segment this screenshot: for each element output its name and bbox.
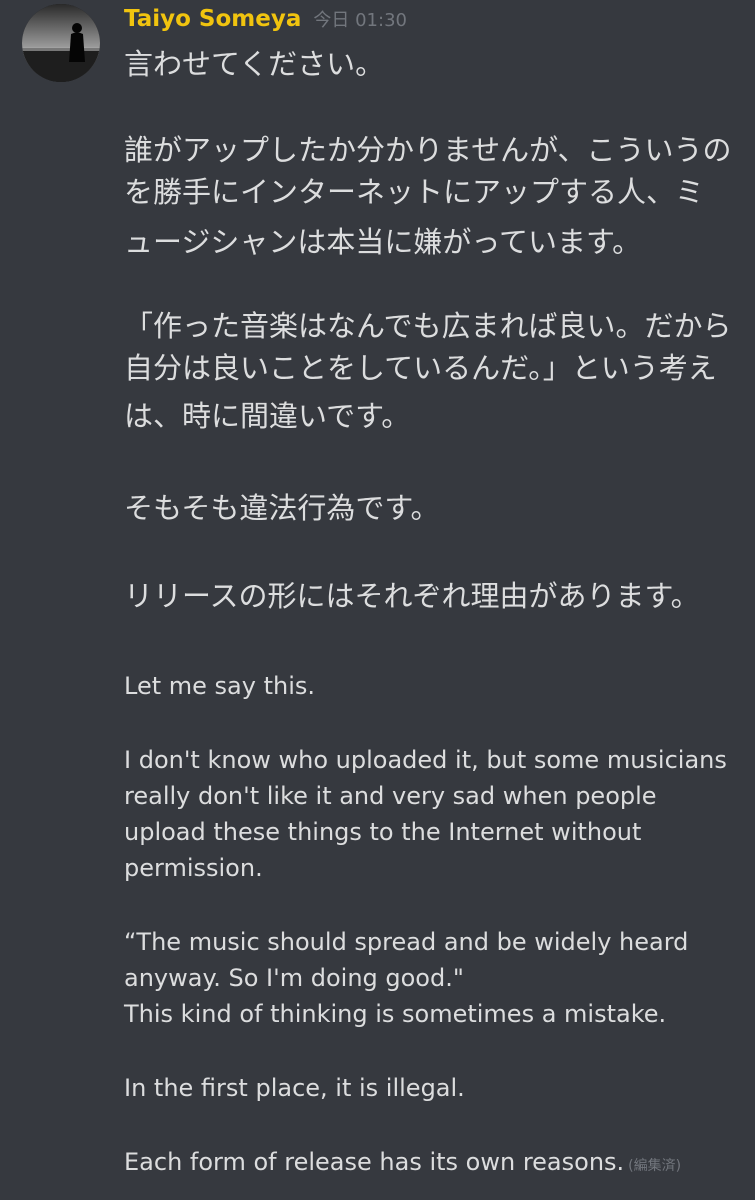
en-line-text: Each form of release has its own reasons… [124,1148,625,1176]
author-name[interactable]: Taiyo Someya [124,6,301,32]
jp-line: リリースの形にはそれぞれ理由があります。 [124,579,700,613]
en-line: anyway. So I'm doing good." [124,964,464,992]
en-line: I don't know who uploaded it, but some m… [124,746,727,774]
jp-line: を勝手にインターネットにアップする人、ミ [124,175,705,209]
message-header: Taiyo Someya 今日 01:30 [124,6,407,42]
en-line: upload these things to the Internet with… [124,818,642,846]
jp-line: そもそも違法行為です。 [124,491,440,525]
en-line: Let me say this. [124,672,315,700]
jp-line: は、時に間違いです。 [124,399,411,433]
avatar-image [22,4,100,82]
en-line: “The music should spread and be widely h… [124,928,689,956]
jp-line: 誰がアップしたか分かりませんが、こういうの [124,133,732,167]
message-timestamp: 今日 01:30 [313,10,407,31]
edited-label: (編集済) [628,1158,682,1174]
chat-message: Taiyo Someya 今日 01:30 言わせてください。 誰がアップしたか… [0,0,755,1200]
jp-line: 自分は良いことをしているんだ。」という考え [124,351,717,385]
jp-line: ュージシャンは本当に嫌がっています。 [124,225,642,259]
jp-line: 言わせてください。 [124,47,385,81]
en-last-line: Each form of release has its own reasons… [124,1144,744,1184]
jp-line: 「作った音楽はなんでも広まれば良い。だから [124,309,732,343]
en-line: really don't like it and very sad when p… [124,782,657,810]
user-avatar[interactable] [22,4,100,82]
en-line: In the first place, it is illegal. [124,1074,465,1102]
en-line: This kind of thinking is sometimes a mis… [124,1000,667,1028]
en-line: permission. [124,854,263,882]
